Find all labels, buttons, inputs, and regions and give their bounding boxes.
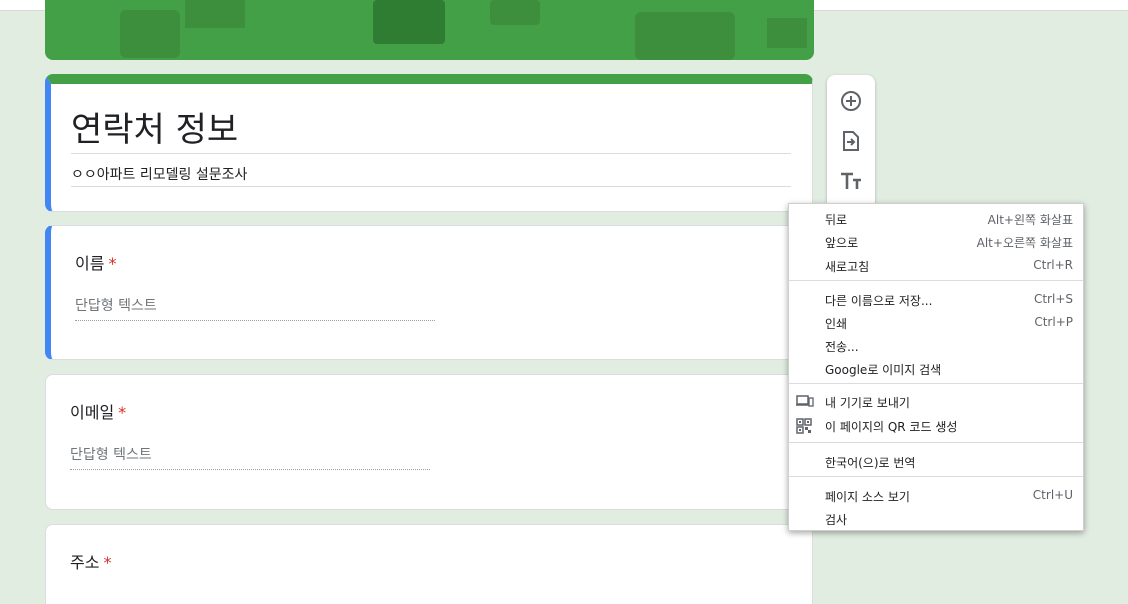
title-underline	[71, 153, 791, 154]
browser-context-menu: 뒤로 Alt+왼쪽 화살표 앞으로 Alt+오른쪽 화살표 새로고침 Ctrl+…	[788, 203, 1084, 531]
question-title: 이름	[75, 254, 105, 273]
menu-separator	[789, 280, 1083, 281]
menu-item-print[interactable]: 인쇄 Ctrl+P	[789, 311, 1083, 334]
menu-item-shortcut: Ctrl+P	[1034, 315, 1073, 329]
menu-item-view-source[interactable]: 페이지 소스 보기 Ctrl+U	[789, 484, 1083, 507]
menu-item-shortcut: Alt+왼쪽 화살표	[987, 213, 1073, 227]
header-banner-image	[45, 0, 814, 60]
menu-separator	[789, 476, 1083, 477]
menu-item-qr-code[interactable]: 이 페이지의 QR 코드 생성	[789, 414, 1083, 437]
question-label: 이름 *	[75, 250, 116, 274]
menu-item-cast[interactable]: 전송...	[789, 334, 1083, 357]
menu-item-shortcut: Ctrl+U	[1032, 488, 1073, 502]
menu-item-shortcut: Ctrl+S	[1033, 292, 1073, 306]
question-label: 이메일 *	[70, 399, 126, 423]
form-title-card[interactable]: 연락처 정보 ㅇㅇ아파트 리모델링 설문조사	[45, 74, 813, 212]
device-icon	[796, 394, 814, 408]
question-card-email[interactable]: 이메일 * 단답형 텍스트	[45, 374, 813, 510]
menu-item-label: 내 기기로 보내기	[825, 396, 910, 410]
question-card-name[interactable]: 이름 * 단답형 텍스트	[45, 225, 813, 360]
menu-item-inspect[interactable]: 검사	[789, 507, 1083, 530]
menu-item-label: 뒤로	[825, 213, 848, 227]
menu-item-label: 이 페이지의 QR 코드 생성	[825, 420, 958, 434]
menu-item-shortcut: Ctrl+R	[1033, 258, 1073, 272]
menu-item-label: Google로 이미지 검색	[825, 363, 942, 377]
add-title-icon[interactable]	[839, 169, 863, 193]
required-asterisk: *	[103, 553, 112, 572]
menu-separator	[789, 383, 1083, 384]
form-description[interactable]: ㅇㅇ아파트 리모델링 설문조사	[71, 164, 247, 184]
question-label: 주소 *	[70, 549, 111, 573]
menu-item-label: 검사	[825, 513, 848, 527]
answer-underline	[75, 320, 435, 321]
short-answer-placeholder[interactable]: 단답형 텍스트	[70, 444, 152, 464]
menu-item-shortcut: Alt+오른쪽 화살표	[976, 236, 1073, 250]
menu-separator	[789, 442, 1083, 443]
answer-underline	[70, 469, 430, 470]
menu-item-label: 앞으로	[825, 236, 859, 250]
question-title: 주소	[70, 553, 100, 572]
question-card-address[interactable]: 주소 *	[45, 524, 813, 604]
form-title[interactable]: 연락처 정보	[71, 102, 238, 151]
add-question-icon[interactable]	[839, 89, 863, 113]
qr-code-icon	[796, 418, 814, 434]
required-asterisk: *	[108, 254, 117, 273]
required-asterisk: *	[118, 403, 127, 422]
menu-item-label: 새로고침	[825, 260, 870, 274]
menu-item-label: 인쇄	[825, 317, 848, 331]
menu-item-translate[interactable]: 한국어(으)로 번역	[789, 450, 1083, 473]
menu-item-label: 다른 이름으로 저장...	[825, 294, 933, 308]
menu-item-forward[interactable]: 앞으로 Alt+오른쪽 화살표	[789, 230, 1083, 253]
floating-toolbar	[827, 75, 875, 215]
short-answer-placeholder[interactable]: 단답형 텍스트	[75, 295, 157, 315]
description-underline	[71, 186, 791, 187]
menu-item-back[interactable]: 뒤로 Alt+왼쪽 화살표	[789, 207, 1083, 230]
import-questions-icon[interactable]	[839, 129, 863, 153]
question-title: 이메일	[70, 403, 115, 422]
menu-item-send-to-device[interactable]: 내 기기로 보내기	[789, 390, 1083, 413]
menu-item-save-as[interactable]: 다른 이름으로 저장... Ctrl+S	[789, 288, 1083, 311]
menu-item-reload[interactable]: 새로고침 Ctrl+R	[789, 254, 1083, 277]
menu-item-label: 한국어(으)로 번역	[825, 456, 916, 470]
menu-item-label: 전송...	[825, 340, 859, 354]
menu-item-label: 페이지 소스 보기	[825, 490, 910, 504]
menu-item-google-image-search[interactable]: Google로 이미지 검색	[789, 357, 1083, 380]
